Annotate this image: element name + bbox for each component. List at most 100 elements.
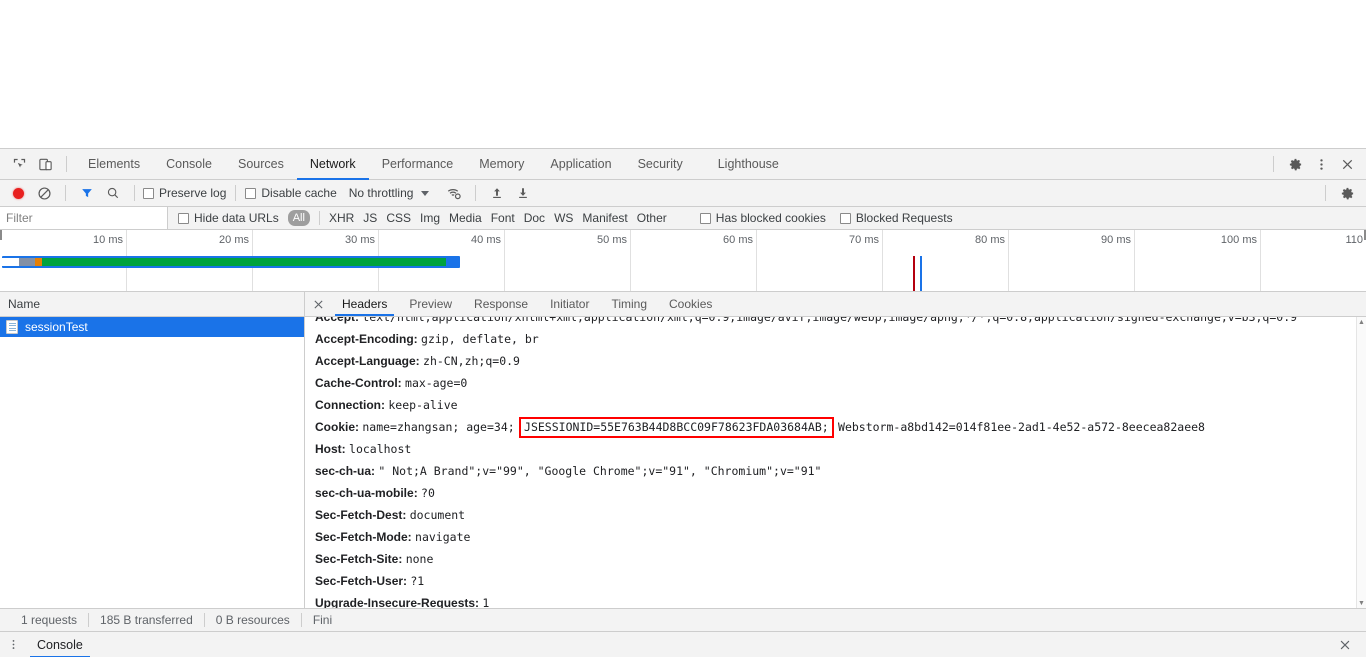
tab-console[interactable]: Console [153,149,225,180]
tab-lighthouse[interactable]: Lighthouse [696,149,792,180]
export-har-icon[interactable] [510,180,536,206]
close-detail-icon[interactable] [305,292,331,316]
detail-tab-cookies-label: Cookies [669,297,713,311]
network-overview-timeline[interactable]: 10 ms 20 ms 30 ms 40 ms 50 ms 60 ms 70 m… [0,230,1366,292]
tab-application[interactable]: Application [537,149,624,180]
request-list[interactable]: sessionTest [0,317,304,608]
type-filter-media[interactable]: Media [449,211,482,225]
panel-tabs: Elements Console Sources Network Perform… [75,149,792,180]
import-har-icon[interactable] [484,180,510,206]
headers-scrollbar[interactable]: ▲ ▼ [1356,317,1366,608]
network-conditions-icon[interactable] [441,180,467,206]
type-filter-img[interactable]: Img [420,211,440,225]
hide-data-urls-box [178,212,189,224]
detail-tab-initiator-label: Initiator [550,297,590,311]
page-viewport [0,0,1366,148]
tab-network[interactable]: Network [296,149,369,180]
overview-tick-100ms: 100 ms [1221,230,1261,291]
overview-tick-50ms: 50 ms [597,230,631,291]
overview-tick-50ms-label: 50 ms [597,234,627,246]
type-filter-other[interactable]: Other [637,211,667,225]
detail-tab-headers[interactable]: Headers [331,292,398,316]
tab-memory[interactable]: Memory [466,149,537,180]
has-blocked-cookies-checkbox[interactable]: Has blocked cookies [699,211,826,225]
has-blocked-cookies-label: Has blocked cookies [715,211,826,225]
chevron-down-icon [421,190,430,196]
devtools-tabbar: Elements Console Sources Network Perform… [0,149,1366,180]
header-value-sec-fetch-dest: document [409,508,466,522]
filter-funnel-icon[interactable] [74,180,100,206]
header-row-sec-ch-ua-mobile: sec-ch-ua-mobile: ?0 [315,482,1366,504]
close-icon[interactable] [1334,151,1360,177]
tab-sources-label: Sources [237,157,284,171]
type-filter-xhr[interactable]: XHR [329,211,354,225]
detail-tab-preview[interactable]: Preview [398,292,463,316]
clear-button[interactable] [31,180,57,206]
network-body: Name sessionTest Headers Preview Respons… [0,292,1366,608]
scrollbar-up-arrow[interactable]: ▲ [1357,317,1366,327]
search-icon[interactable] [100,180,126,206]
hide-data-urls-label: Hide data URLs [194,211,279,225]
detail-tab-response[interactable]: Response [463,292,539,316]
overview-tick-80ms-label: 80 ms [975,234,1005,246]
throttling-select[interactable]: No throttling [349,186,430,200]
header-row-cookie: Cookie: name=zhangsan; age=34; JSESSIONI… [315,416,1366,439]
overview-tick-70ms: 70 ms [849,230,883,291]
header-value-accept: text/html,application/xhtml+xml,applicat… [362,317,1298,324]
column-header-name: Name [8,297,41,311]
tab-elements[interactable]: Elements [75,149,153,180]
request-headers-list[interactable]: Accept: text/html,application/xhtml+xml,… [305,317,1366,608]
detail-tabbar: Headers Preview Response Initiator Timin… [305,292,1366,317]
header-value-connection: keep-alive [388,398,458,412]
detail-tab-initiator[interactable]: Initiator [539,292,600,316]
inspect-element-icon[interactable] [6,151,32,177]
record-button[interactable] [5,180,31,206]
header-row-sec-fetch-mode: Sec-Fetch-Mode: navigate [315,526,1366,548]
drawer-actions [1332,638,1366,652]
drawer-close-icon[interactable] [1332,638,1358,652]
table-row[interactable]: sessionTest [0,317,304,337]
type-filter-doc[interactable]: Doc [524,211,545,225]
tabbar-divider [66,156,67,172]
tabbar-actions-divider [1273,156,1274,172]
header-name-host: Host: [315,442,346,456]
preserve-log-checkbox[interactable]: Preserve log [143,186,226,200]
header-name-accept-encoding: Accept-Encoding: [315,332,418,346]
type-filter-all[interactable]: All [287,210,310,226]
settings-gear-icon[interactable] [1282,151,1308,177]
drawer-menu-icon[interactable] [0,638,26,651]
tab-performance[interactable]: Performance [369,149,467,180]
type-filter-css[interactable]: CSS [386,211,411,225]
type-filter-ws[interactable]: WS [554,211,573,225]
request-list-header[interactable]: Name [0,292,304,317]
header-name-accept: Accept: [315,317,360,324]
tab-performance-label: Performance [381,157,454,171]
blocked-requests-checkbox[interactable]: Blocked Requests [839,211,953,225]
disable-cache-checkbox[interactable]: Disable cache [245,186,337,200]
device-toolbar-icon[interactable] [32,151,58,177]
scrollbar-down-arrow[interactable]: ▼ [1357,598,1366,608]
request-detail-pane: Headers Preview Response Initiator Timin… [305,292,1366,608]
tab-sources[interactable]: Sources [225,149,297,180]
hide-data-urls-checkbox[interactable]: Hide data URLs [178,211,279,225]
document-icon [6,320,18,334]
detail-tab-timing[interactable]: Timing [600,292,658,316]
filter-input[interactable] [0,207,168,229]
detail-tab-cookies[interactable]: Cookies [658,292,723,316]
type-filter-manifest[interactable]: Manifest [582,211,627,225]
type-filter-font[interactable]: Font [491,211,515,225]
tab-security[interactable]: Security [625,149,696,180]
header-row-accept: Accept: text/html,application/xhtml+xml,… [315,317,1366,328]
more-options-icon[interactable] [1308,151,1334,177]
header-name-connection: Connection: [315,398,385,412]
network-settings-gear-icon[interactable] [1334,180,1360,206]
header-row-connection: Connection: keep-alive [315,394,1366,416]
type-filter-js[interactable]: JS [363,211,377,225]
header-value-sec-ch-ua: " Not;A Brand";v="99", "Google Chrome";v… [378,464,822,478]
tab-application-label: Application [550,157,612,171]
toolbar-divider-2 [134,185,135,201]
overview-request-bar [2,256,460,268]
header-name-sec-ch-ua: sec-ch-ua: [315,464,376,478]
overview-tick-110ms-label: 110 [1345,234,1363,246]
drawer-tab-console[interactable]: Console [26,632,94,657]
